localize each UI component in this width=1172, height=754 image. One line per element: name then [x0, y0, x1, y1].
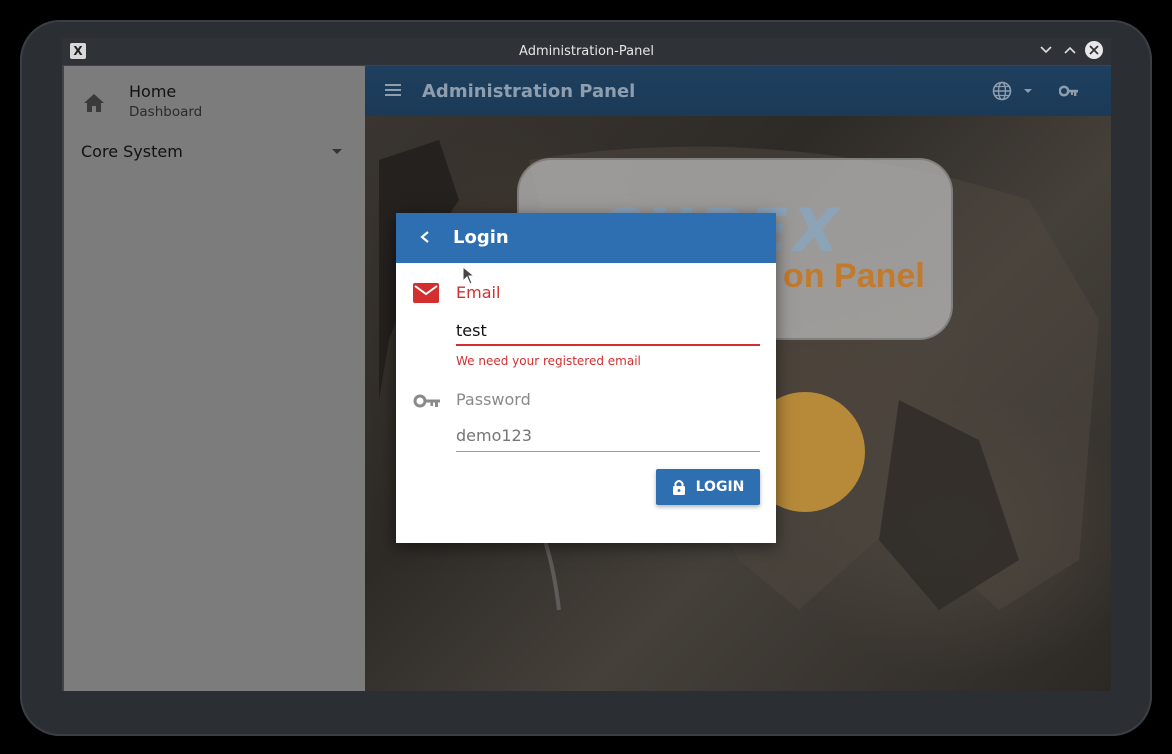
chevron-left-icon[interactable] — [418, 229, 432, 245]
email-field[interactable] — [456, 316, 760, 344]
close-button[interactable] — [1085, 41, 1103, 59]
login-button[interactable]: LOGIN — [656, 469, 760, 505]
sidebar-item-home[interactable]: Home Dashboard — [64, 66, 365, 138]
caret-down-icon — [332, 149, 342, 154]
sidebar: Home Dashboard Core System — [64, 66, 365, 691]
login-dialog: Login Email We need your registered emai… — [396, 213, 776, 543]
app-bar-title: Administration Panel — [422, 81, 636, 102]
lock-icon — [672, 480, 685, 495]
email-error-message: We need your registered email — [456, 354, 641, 368]
minimize-button[interactable] — [1037, 41, 1055, 59]
key-icon[interactable] — [1059, 84, 1079, 98]
x-app-icon: X — [70, 43, 86, 59]
chevron-up-icon — [1064, 46, 1076, 54]
window-controls — [1037, 41, 1103, 59]
logo-subtitle: on Panel — [783, 257, 925, 295]
sidebar-home-title: Home — [129, 82, 177, 101]
login-dialog-header: Login — [396, 213, 776, 263]
email-icon — [413, 283, 439, 303]
chevron-down-icon — [1040, 46, 1052, 54]
window-title: Administration-Panel — [519, 44, 654, 59]
email-field-underline — [456, 344, 760, 346]
login-dialog-title: Login — [453, 227, 509, 248]
key-icon — [413, 394, 440, 408]
sidebar-home-subtitle: Dashboard — [129, 104, 203, 120]
close-icon — [1089, 45, 1099, 55]
globe-icon[interactable] — [992, 81, 1012, 101]
sidebar-core-label: Core System — [81, 142, 183, 161]
language-caret-down-icon[interactable] — [1024, 89, 1032, 93]
app-bar: Administration Panel — [365, 66, 1111, 116]
password-label: Password — [456, 390, 531, 409]
maximize-button[interactable] — [1061, 41, 1079, 59]
password-field[interactable] — [456, 421, 760, 449]
home-icon — [84, 94, 104, 112]
login-button-label: LOGIN — [695, 479, 745, 495]
window-titlebar[interactable]: X Administration-Panel — [62, 38, 1111, 65]
mouse-pointer-icon — [462, 266, 476, 285]
password-field-underline — [456, 451, 760, 452]
sidebar-item-core-system[interactable]: Core System — [64, 138, 365, 178]
menu-icon[interactable] — [385, 84, 401, 96]
